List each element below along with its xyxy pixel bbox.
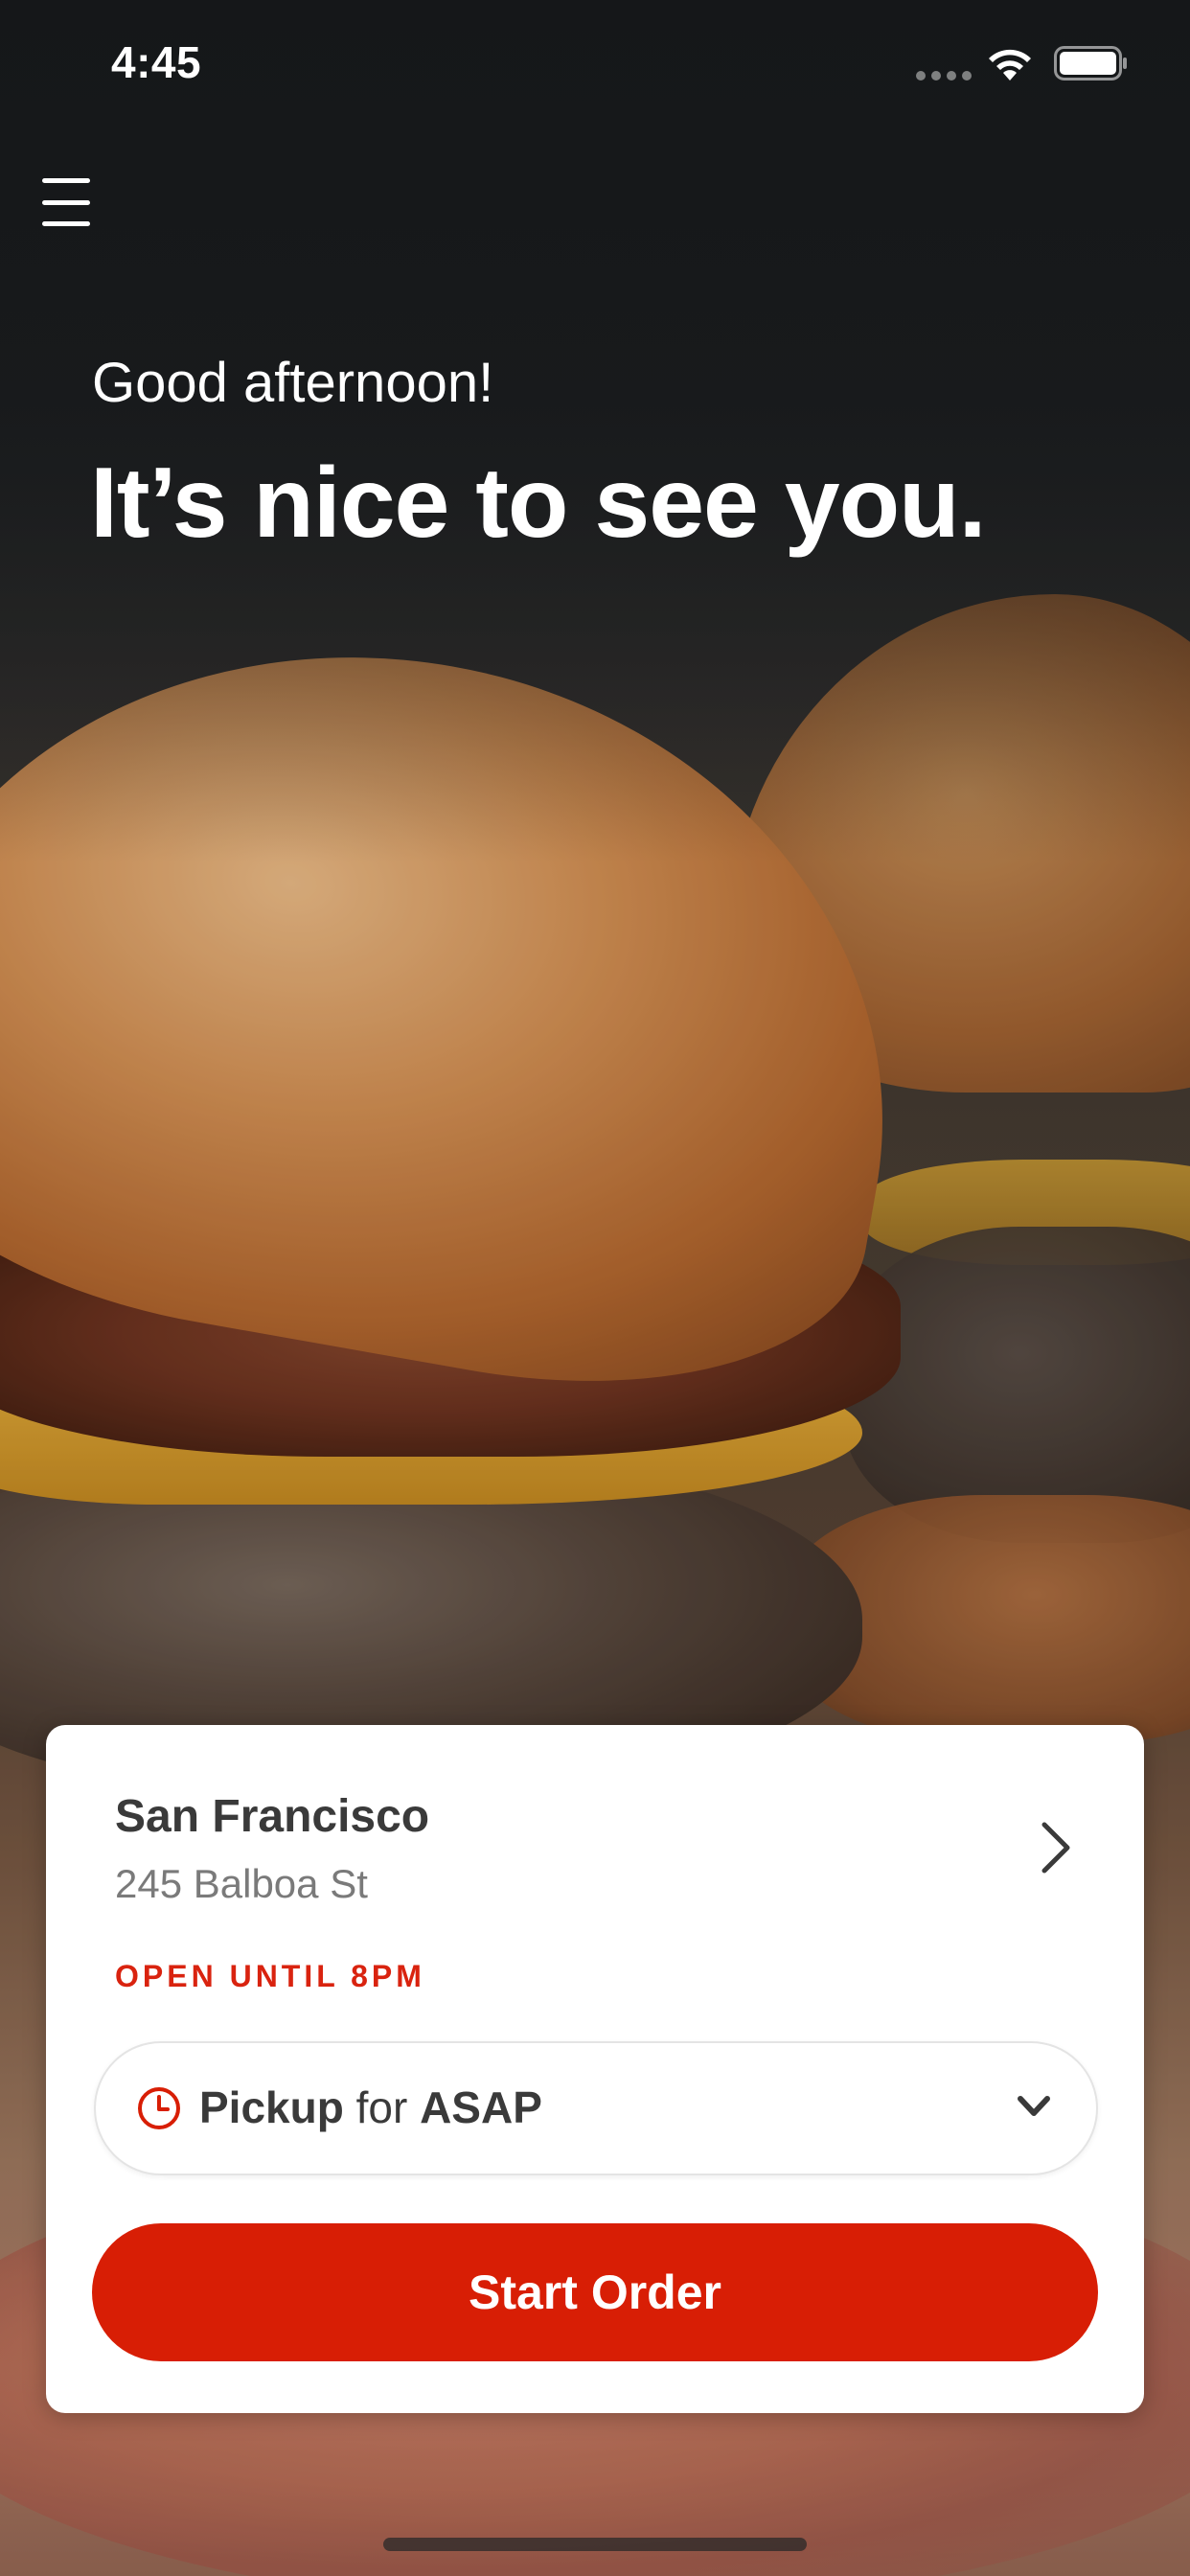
open-hours-label: OPEN UNTIL 8PM [115, 1959, 425, 1993]
home-screen: 4:45 Good afternoon! It’s nice to see yo… [0, 0, 1190, 2576]
chevron-down-icon [1018, 2096, 1050, 2116]
order-mode-label: Pickup [199, 2082, 344, 2132]
order-mode-connector: for [355, 2082, 408, 2132]
home-indicator[interactable] [383, 2538, 807, 2551]
location-address: 245 Balboa St [115, 1861, 368, 1906]
status-bar: 4:45 [0, 0, 1190, 126]
pickup-summary: Pickup for ASAP [199, 2082, 542, 2133]
status-time: 4:45 [111, 37, 202, 87]
start-order-button[interactable]: Start Order [92, 2223, 1098, 2361]
location-card: San Francisco 245 Balboa St OPEN UNTIL 8… [46, 1725, 1144, 2413]
clock-icon [138, 2087, 180, 2129]
hamburger-menu-icon[interactable] [42, 178, 96, 226]
cellular-signal-icon [916, 71, 972, 80]
location-selector[interactable]: San Francisco 245 Balboa St [46, 1725, 1144, 1917]
order-time-label: ASAP [420, 2082, 542, 2132]
greeting-text: Good afternoon! [92, 352, 494, 414]
headline-text: It’s nice to see you. [90, 448, 987, 559]
battery-icon [1054, 46, 1127, 80]
wifi-icon [989, 49, 1031, 80]
pickup-time-dropdown[interactable]: Pickup for ASAP [94, 2041, 1098, 2175]
location-name: San Francisco [115, 1791, 430, 1842]
top-gradient-overlay [0, 0, 1190, 862]
chevron-right-icon [1041, 1822, 1070, 1874]
